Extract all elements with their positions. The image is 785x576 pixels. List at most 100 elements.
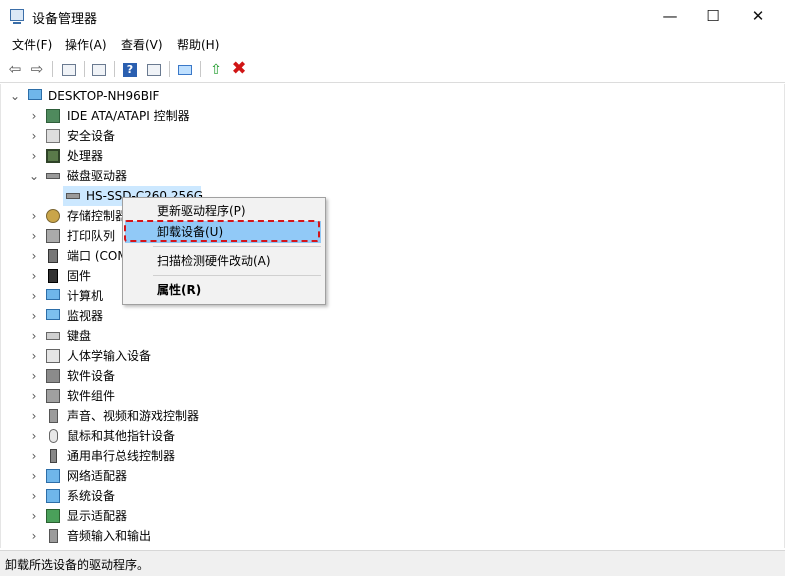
tree-item-label: 音频输入和输出 (67, 529, 152, 543)
tree-item-label: 人体学输入设备 (67, 349, 152, 363)
chevron-right-icon[interactable]: › (29, 346, 39, 366)
tree-item[interactable]: › 软件设备 (1, 366, 301, 386)
tree-item-label: 声音、视频和游戏控制器 (67, 409, 200, 423)
chevron-right-icon[interactable]: › (29, 266, 39, 286)
chevron-right-icon[interactable]: › (29, 366, 39, 386)
maximize-button[interactable]: ☐ (690, 0, 736, 32)
menu-action[interactable]: 操作(A) (65, 36, 107, 53)
tree-item-label: 磁盘驱动器 (67, 169, 128, 183)
tree-item[interactable]: › IDE ATA/ATAPI 控制器 (1, 106, 301, 126)
tree-item-label: 端口 (COM (67, 249, 128, 263)
chevron-right-icon[interactable]: › (29, 226, 39, 246)
chevron-right-icon[interactable]: › (29, 406, 39, 426)
help-icon[interactable]: ? (120, 59, 140, 79)
properties-icon[interactable] (89, 59, 109, 79)
minimize-button[interactable]: — (647, 0, 693, 32)
background-window-edge (778, 300, 785, 540)
chevron-right-icon[interactable]: › (29, 446, 39, 466)
scan-hardware-icon[interactable] (175, 59, 195, 79)
menu-bar: 文件(F) 操作(A) 查看(V) 帮助(H) (0, 32, 785, 54)
tree-item[interactable]: › 鼠标和其他指针设备 (1, 426, 301, 446)
chevron-right-icon[interactable]: › (29, 506, 39, 526)
menu-help[interactable]: 帮助(H) (177, 36, 219, 53)
chevron-right-icon[interactable]: › (29, 386, 39, 406)
tree-item[interactable]: › 软件组件 (1, 386, 301, 406)
chevron-right-icon[interactable]: › (29, 526, 39, 546)
disk-drive-icon (46, 173, 60, 179)
tree-item-label: 存储控制器 (67, 209, 128, 223)
show-hide-console-tree-icon[interactable] (59, 59, 79, 79)
tree-item-label: 打印队列 (67, 229, 116, 243)
chevron-right-icon[interactable]: › (29, 486, 39, 506)
tree-item[interactable]: › 人体学输入设备 (1, 346, 301, 366)
usb-icon (50, 449, 57, 463)
menu-file[interactable]: 文件(F) (12, 36, 52, 53)
system-device-icon (46, 489, 60, 503)
update-driver-icon[interactable]: ⇧ (206, 59, 226, 79)
tree-item-label: 系统设备 (67, 489, 116, 503)
network-adapter-icon (46, 469, 60, 483)
toolbar-separator (200, 61, 201, 77)
menu-separator (153, 275, 321, 276)
tree-item-label: 固件 (67, 269, 92, 283)
firmware-icon (48, 269, 58, 283)
tree-item[interactable]: › 处理器 (1, 146, 301, 166)
tree-item[interactable]: › 系统设备 (1, 486, 301, 506)
show-action-pane-icon[interactable] (144, 59, 164, 79)
tree-item[interactable]: › 声音、视频和游戏控制器 (1, 406, 301, 426)
tree-root[interactable]: ⌄ DESKTOP-NH96BIF (1, 86, 301, 106)
chevron-right-icon[interactable]: › (29, 246, 39, 266)
chevron-right-icon[interactable]: › (29, 126, 39, 146)
chevron-right-icon[interactable]: › (29, 426, 39, 446)
tree-item[interactable]: › 通用串行总线控制器 (1, 446, 301, 466)
display-adapter-icon (46, 509, 60, 523)
chevron-right-icon[interactable]: › (29, 286, 39, 306)
uninstall-device-icon[interactable]: ✖ (229, 59, 249, 79)
mouse-icon (49, 429, 58, 443)
toolbar-separator (114, 61, 115, 77)
menu-item-update-driver[interactable]: 更新驱动程序(P) (125, 200, 321, 222)
tree-item-label: 软件组件 (67, 389, 116, 403)
menu-separator (153, 246, 321, 247)
security-device-icon (46, 129, 60, 143)
chevron-right-icon[interactable]: › (29, 466, 39, 486)
forward-icon[interactable]: ⇨ (27, 59, 47, 79)
tree-item[interactable]: ⌄ 磁盘驱动器 (1, 166, 301, 186)
storage-controller-icon (46, 209, 60, 223)
chevron-right-icon[interactable]: › (29, 106, 39, 126)
tree-item[interactable]: › 监视器 (1, 306, 301, 326)
chevron-right-icon[interactable]: › (29, 206, 39, 226)
tree-item-label: 网络适配器 (67, 469, 128, 483)
tree-item[interactable]: › 显示适配器 (1, 506, 301, 526)
hid-icon (46, 349, 60, 363)
menu-item-properties[interactable]: 属性(R) (125, 279, 321, 301)
tree-item[interactable]: › 音频输入和输出 (1, 526, 301, 546)
tree-item-label: 显示适配器 (67, 509, 128, 523)
menu-item-scan-hardware[interactable]: 扫描检测硬件改动(A) (125, 250, 321, 272)
chevron-down-icon[interactable]: ⌄ (29, 166, 39, 186)
chevron-right-icon[interactable]: › (29, 326, 39, 346)
computer-icon (46, 289, 60, 300)
toolbar-separator (84, 61, 85, 77)
tree-item[interactable]: › 安全设备 (1, 126, 301, 146)
tree-item-label: 键盘 (67, 329, 92, 343)
computer-icon (28, 89, 42, 100)
tree-item-label: 处理器 (67, 149, 104, 163)
back-icon[interactable]: ⇦ (5, 59, 25, 79)
monitor-icon (46, 309, 60, 320)
close-button[interactable]: ✕ (735, 0, 781, 32)
keyboard-icon (46, 332, 60, 340)
software-device-icon (46, 369, 60, 383)
menu-view[interactable]: 查看(V) (121, 36, 163, 53)
ide-controller-icon (46, 109, 60, 123)
tree-item[interactable]: › 网络适配器 (1, 466, 301, 486)
processor-icon (46, 149, 60, 163)
toolbar-separator (169, 61, 170, 77)
chevron-right-icon[interactable]: › (29, 306, 39, 326)
print-queue-icon (46, 229, 60, 243)
device-manager-icon (10, 9, 24, 24)
chevron-right-icon[interactable]: › (29, 146, 39, 166)
tree-item[interactable]: › 键盘 (1, 326, 301, 346)
tree-item-label: 通用串行总线控制器 (67, 449, 176, 463)
chevron-down-icon[interactable]: ⌄ (10, 86, 20, 106)
